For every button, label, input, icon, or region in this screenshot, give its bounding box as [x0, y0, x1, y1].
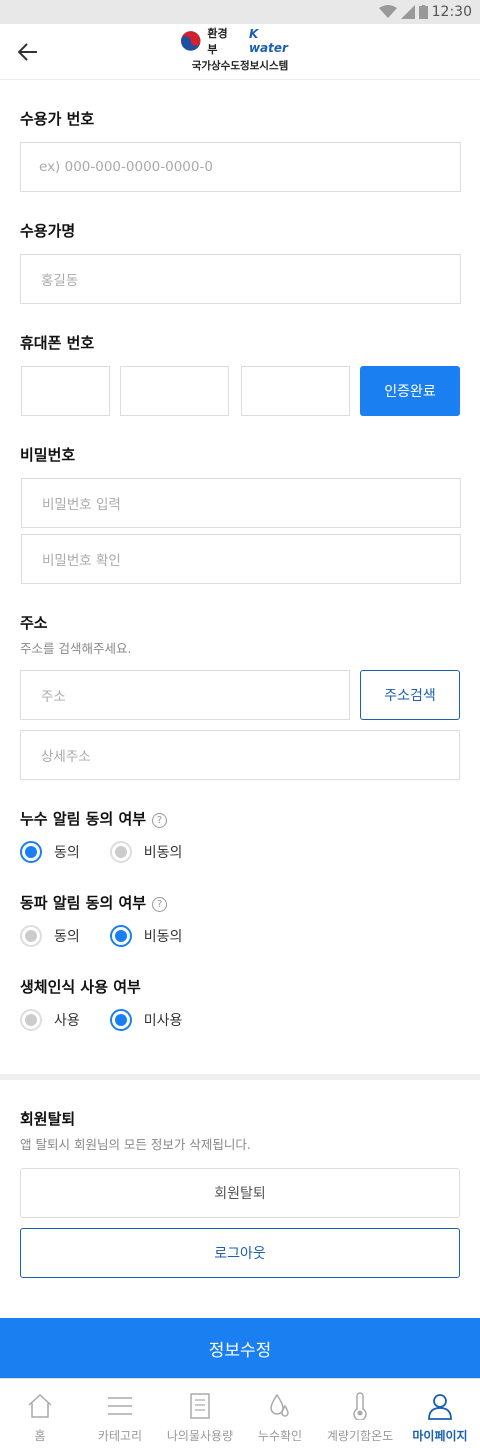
option-label: 비동의 — [143, 845, 183, 861]
address-search-button[interactable]: 주소검색 — [360, 670, 460, 720]
password-label: 비밀번호 — [20, 446, 76, 464]
tab-meter-temperature[interactable]: 계량기함온도 — [320, 1379, 400, 1448]
customer-number-label: 수용가 번호 — [20, 110, 95, 128]
phone-input-3[interactable] — [241, 366, 350, 416]
leak-alert-help-icon[interactable]: ? — [152, 813, 168, 828]
freeze-alert-disagree-option[interactable]: 비동의 — [109, 925, 183, 947]
radio-button-selected[interactable] — [109, 925, 132, 947]
tab-label: 나의물사용량 — [166, 1429, 234, 1443]
leak-alert-label: 누수 알림 동의 여부? — [20, 808, 168, 829]
address-label: 주소 — [20, 614, 48, 632]
document-icon — [190, 1393, 210, 1419]
tab-leak-check[interactable]: 누수확인 — [240, 1379, 320, 1448]
radio-button[interactable] — [20, 925, 42, 947]
radio-button[interactable] — [109, 841, 132, 863]
status-time: 12:30 — [431, 4, 472, 20]
option-label: 동의 — [54, 929, 80, 945]
customer-number-input[interactable]: ex) 000-000-0000-0000-0 — [20, 142, 461, 192]
bottom-tab-bar: 홈 카테고리 나의물사용량 누수확인 계량기함온도 마이페이지 — [0, 1378, 480, 1448]
water-drop-icon — [270, 1393, 289, 1417]
address-detail-input[interactable]: 상세주소 — [20, 730, 460, 780]
signal-icon — [401, 5, 415, 19]
phone-input-1[interactable] — [21, 366, 110, 416]
option-label: 동의 — [54, 845, 80, 861]
freeze-alert-agree-option[interactable]: 동의 — [20, 925, 80, 947]
app-bar: 환경부 K water 국가상수도정보시스템 — [0, 24, 480, 80]
status-bar: 12:30 — [0, 0, 480, 24]
option-label: 비동의 — [143, 929, 183, 945]
thermometer-icon — [353, 1392, 367, 1420]
tab-label: 홈 — [34, 1429, 46, 1443]
tab-label: 누수확인 — [257, 1429, 303, 1443]
tab-label: 카테고리 — [97, 1429, 143, 1443]
status-icons — [379, 5, 428, 19]
password-input[interactable]: 비밀번호 입력 — [21, 478, 461, 528]
update-info-button[interactable]: 정보수정 — [0, 1318, 480, 1378]
phone-input-2[interactable] — [120, 366, 229, 416]
freeze-alert-label: 동파 알림 동의 여부? — [20, 892, 168, 913]
withdraw-title: 회원탈퇴 — [20, 1110, 76, 1128]
phone-label: 휴대폰 번호 — [20, 334, 95, 352]
tab-my-page[interactable]: 마이페이지 — [400, 1379, 480, 1448]
withdraw-button[interactable]: 회원탈퇴 — [20, 1168, 460, 1218]
tab-label: 마이페이지 — [412, 1429, 468, 1443]
taegeuk-icon — [180, 31, 201, 51]
option-label: 미사용 — [143, 1013, 183, 1029]
home-icon — [28, 1393, 52, 1418]
verify-complete-button[interactable]: 인증완료 — [360, 366, 460, 416]
user-icon — [428, 1394, 452, 1420]
leak-alert-label-text: 누수 알림 동의 여부 — [20, 810, 147, 828]
biometric-radio-group: 사용 미사용 — [20, 1009, 212, 1031]
ministry-name: 환경부 — [207, 27, 228, 56]
freeze-alert-help-icon[interactable]: ? — [152, 897, 168, 912]
radio-button-selected[interactable] — [109, 1009, 132, 1031]
back-button[interactable] — [14, 38, 42, 66]
freeze-alert-radio-group: 동의 비동의 — [20, 925, 212, 947]
leak-alert-disagree-option[interactable]: 비동의 — [109, 841, 183, 863]
section-divider — [0, 1074, 480, 1080]
biometric-label: 생체인식 사용 여부 — [20, 978, 141, 996]
withdraw-notice: 앱 탈퇴시 회원님의 모든 정보가 삭제됩니다. — [20, 1137, 251, 1152]
tab-label: 계량기함온도 — [326, 1429, 394, 1443]
customer-name-input[interactable]: 홍길동 — [20, 254, 461, 304]
tab-category[interactable]: 카테고리 — [80, 1379, 160, 1448]
address-input[interactable]: 주소 — [20, 670, 350, 720]
kwater-logo: K water — [248, 27, 288, 55]
tab-my-water-usage[interactable]: 나의물사용량 — [160, 1379, 240, 1448]
password-confirm-input[interactable]: 비밀번호 확인 — [21, 534, 461, 584]
biometric-use-option[interactable]: 사용 — [20, 1009, 80, 1031]
header-logo: 환경부 K water 국가상수도정보시스템 — [180, 27, 300, 74]
tab-home[interactable]: 홈 — [0, 1379, 80, 1448]
leak-alert-radio-group: 동의 비동의 — [20, 841, 212, 863]
radio-button-selected[interactable] — [20, 841, 42, 863]
biometric-no-use-option[interactable]: 미사용 — [109, 1009, 183, 1031]
battery-icon — [419, 5, 428, 19]
wifi-icon — [379, 5, 397, 18]
freeze-alert-label-text: 동파 알림 동의 여부 — [20, 894, 147, 912]
option-label: 사용 — [54, 1013, 80, 1029]
radio-button[interactable] — [20, 1009, 42, 1031]
leak-alert-agree-option[interactable]: 동의 — [20, 841, 80, 863]
customer-name-label: 수용가명 — [20, 222, 76, 240]
logout-button[interactable]: 로그아웃 — [20, 1228, 460, 1278]
system-name: 국가상수도정보시스템 — [191, 60, 289, 72]
menu-icon — [108, 1397, 132, 1415]
address-hint: 주소를 검색해주세요. — [20, 641, 132, 656]
arrow-left-icon — [18, 43, 37, 61]
